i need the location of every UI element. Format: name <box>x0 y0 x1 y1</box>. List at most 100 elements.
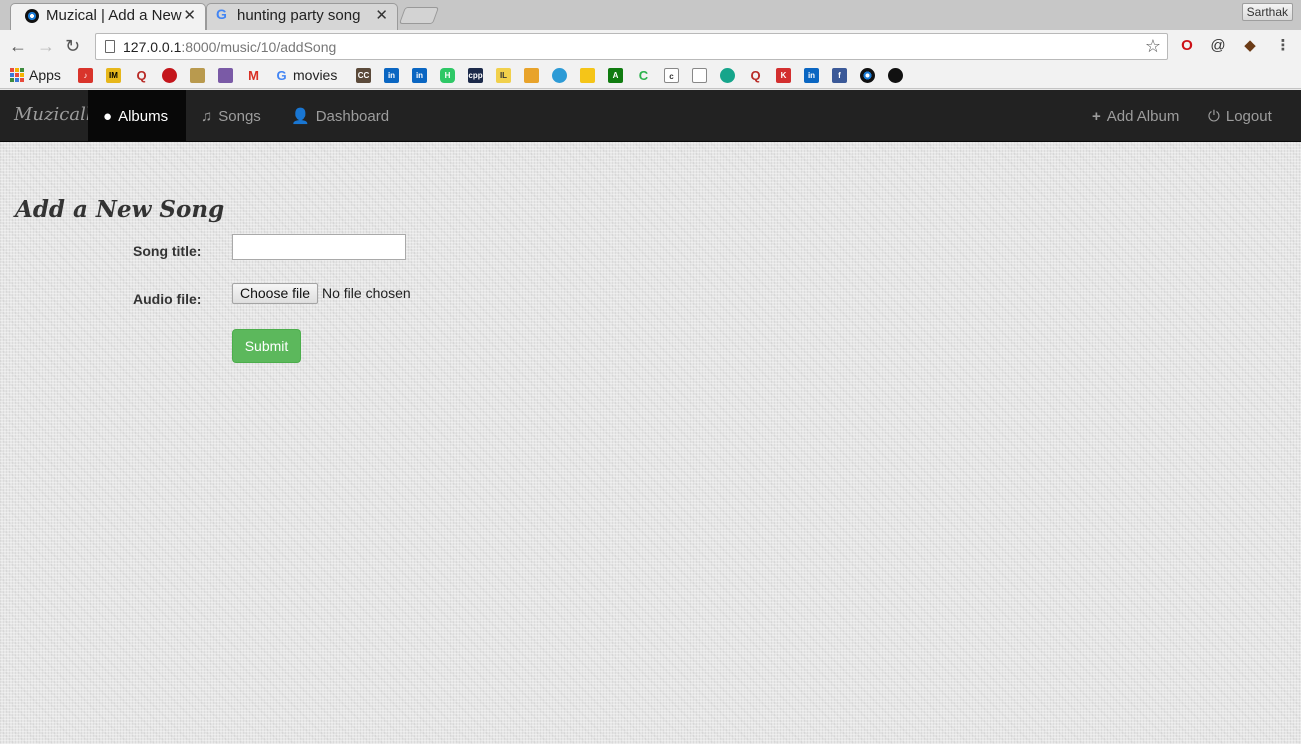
bookmark-item[interactable]: in <box>384 67 399 83</box>
app-navbar: Muzicall ● Albums ♫ Songs 👤 Dashboard + … <box>0 90 1301 142</box>
browser-menu-icon[interactable]: ⋮ <box>1273 36 1293 56</box>
nav-logout[interactable]: ⏻ Logout <box>1208 90 1272 142</box>
codechef-icon: CC <box>356 67 371 83</box>
music-note-icon: ♫ <box>201 107 213 125</box>
address-bar[interactable]: 127.0.0.1:8000/music/10/addSong ☆ <box>95 33 1168 60</box>
linkedin-icon: in <box>412 67 427 83</box>
bookmark-item[interactable]: c <box>664 67 679 83</box>
bookmark-item[interactable]: Q <box>134 67 149 83</box>
submit-button[interactable]: Submit <box>232 329 301 363</box>
bookmark-item[interactable] <box>720 67 735 83</box>
bookmark-teal-icon <box>720 67 735 83</box>
bookmark-label: movies <box>293 67 338 83</box>
bookmark-item[interactable]: Q <box>748 67 763 83</box>
quora-icon: Q <box>750 67 761 83</box>
nav-label: Add Album <box>1106 107 1180 125</box>
shield-icon <box>190 67 205 83</box>
nav-label: Dashboard <box>315 107 390 125</box>
quora-icon: Q <box>136 67 147 83</box>
power-icon: ⏻ <box>1208 107 1220 125</box>
browser-tab-active[interactable]: Muzical | Add a New ✕ <box>10 3 206 30</box>
bookmark-movies[interactable]: G movies <box>274 67 337 83</box>
bookmark-doc-icon: c <box>664 67 679 83</box>
bookmark-item[interactable]: C <box>636 67 651 83</box>
google-g-icon: G <box>276 67 287 83</box>
bookmark-item[interactable] <box>888 67 903 83</box>
bookmark-item[interactable]: IL <box>496 67 511 83</box>
bookmark-item[interactable] <box>524 67 539 83</box>
bookmark-item[interactable] <box>552 67 567 83</box>
extension-swirl-icon[interactable]: @ <box>1208 36 1228 56</box>
linkedin-icon: in <box>804 67 819 83</box>
bookmark-item[interactable]: A <box>608 67 623 83</box>
bookmarks-bar: Apps ♪ IM Q M G movies CC in in H cpp IL… <box>0 62 1301 89</box>
bookmark-apps[interactable]: Apps <box>10 67 61 83</box>
github-icon <box>888 67 903 83</box>
page-title: Add a New Song <box>15 196 225 223</box>
plus-icon: + <box>1092 107 1101 125</box>
bookmark-item[interactable]: M <box>246 67 261 83</box>
page-content: Muzicall ● Albums ♫ Songs 👤 Dashboard + … <box>0 90 1301 744</box>
bookmark-item[interactable]: IM <box>106 67 121 83</box>
url-text: 127.0.0.1:8000/music/10/addSong <box>123 39 337 55</box>
song-title-input[interactable] <box>232 234 406 260</box>
opera-extension-icon[interactable]: O <box>1177 36 1197 56</box>
brand-logo[interactable]: Muzicall <box>14 104 92 125</box>
nav-add-album[interactable]: + Add Album <box>1092 90 1179 142</box>
page-icon <box>105 40 115 53</box>
file-status-text: No file chosen <box>322 285 411 301</box>
bookmark-item[interactable]: in <box>412 67 427 83</box>
bookmark-purple-icon <box>218 67 233 83</box>
muzical-disc-icon <box>25 9 39 23</box>
bookmark-cycle-icon <box>552 67 567 83</box>
song-title-label: Song title: <box>133 243 202 259</box>
new-tab-button[interactable] <box>398 7 440 24</box>
nav-label: Logout <box>1225 107 1272 125</box>
bookmark-item[interactable]: CC <box>356 67 371 83</box>
imdb-icon: IM <box>106 67 121 83</box>
choose-file-button[interactable]: Choose file <box>232 283 319 304</box>
back-arrow-icon[interactable]: ← <box>9 37 27 55</box>
nav-dashboard[interactable]: 👤 Dashboard <box>291 90 389 142</box>
profile-button[interactable]: Sarthak <box>1241 3 1293 21</box>
cpp-icon: cpp <box>468 67 483 83</box>
bookmark-red-k-icon: K <box>776 67 791 83</box>
muzical-disc-icon <box>860 67 875 83</box>
tab-close-icon[interactable]: ✕ <box>375 6 388 24</box>
bookmark-item[interactable]: H <box>440 67 455 83</box>
user-icon: 👤 <box>291 108 310 125</box>
globe-icon: ● <box>103 107 113 125</box>
bookmark-item[interactable]: in <box>804 67 819 83</box>
extension-face-icon[interactable]: ◆ <box>1240 36 1260 56</box>
tab-title: hunting party song <box>237 7 361 24</box>
bookmark-item[interactable] <box>218 67 233 83</box>
linkedin-icon: in <box>384 67 399 83</box>
browser-tab-inactive[interactable]: G hunting party song ✕ <box>206 3 398 30</box>
gmail-icon: M <box>248 67 259 83</box>
bookmark-item[interactable]: ♪ <box>78 67 93 83</box>
nav-songs[interactable]: ♫ Songs <box>201 90 261 142</box>
bookmark-person-icon <box>524 67 539 83</box>
nav-albums[interactable]: ● Albums <box>88 90 186 142</box>
apps-grid-icon <box>10 68 24 82</box>
forward-arrow-icon[interactable]: → <box>37 37 55 55</box>
bookmark-item[interactable] <box>162 67 177 83</box>
bookmark-item[interactable]: cpp <box>468 67 483 83</box>
tab-title: Muzical | Add a New <box>46 7 182 24</box>
hackerrank-icon: H <box>440 67 455 83</box>
bookmark-item[interactable]: f <box>832 67 847 83</box>
facebook-icon: f <box>832 67 847 83</box>
google-g-icon: G <box>216 6 227 22</box>
bookmark-item[interactable]: K <box>776 67 791 83</box>
bookmark-item[interactable] <box>190 67 205 83</box>
bookmark-item[interactable] <box>580 67 595 83</box>
bookmark-green-icon: A <box>608 67 623 83</box>
bookmark-page-icon <box>692 67 707 83</box>
bookmark-label: Apps <box>29 67 61 83</box>
reload-icon[interactable]: ↻ <box>65 37 80 55</box>
bookmark-item[interactable] <box>860 67 875 83</box>
tab-close-icon[interactable]: ✕ <box>183 6 196 24</box>
bookmark-item[interactable] <box>692 67 707 83</box>
bookmark-ball-icon <box>162 67 177 83</box>
bookmark-star-icon[interactable]: ☆ <box>1145 36 1161 57</box>
